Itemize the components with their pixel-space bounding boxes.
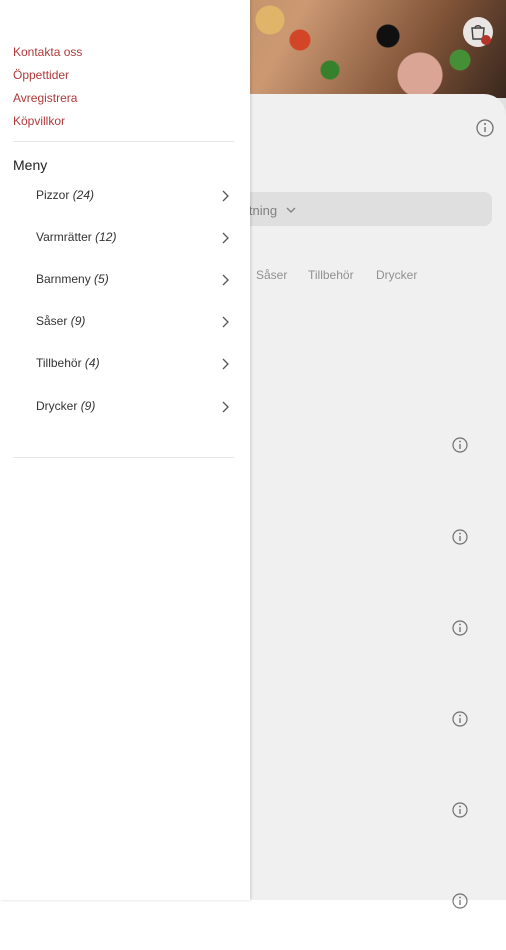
divider [13, 141, 234, 142]
menu-heading: Meny [13, 157, 48, 173]
menu-item-label: Drycker [36, 399, 78, 413]
chevron-right-icon [222, 232, 229, 244]
navigation-drawer: Kontakta oss Öppettider Avregistrera Köp… [0, 0, 250, 900]
menu-item-label: Varmrätter [36, 230, 92, 244]
chevron-right-icon [222, 358, 229, 370]
menu-item-tillbehor[interactable]: Tillbehör (4) [13, 343, 234, 385]
menu-item-pizzor[interactable]: Pizzor (24) [13, 175, 234, 217]
link-kontakta-oss[interactable]: Kontakta oss [13, 45, 82, 59]
menu-item-barnmeny[interactable]: Barnmeny (5) [13, 259, 234, 301]
menu-item-label: Tillbehör [36, 356, 82, 370]
divider [13, 457, 234, 458]
link-avregistrera[interactable]: Avregistrera [13, 91, 77, 105]
menu-item-varmratter[interactable]: Varmrätter (12) [13, 217, 234, 259]
menu-item-count: (5) [94, 272, 109, 286]
menu-item-count: (4) [84, 356, 100, 370]
chevron-right-icon [222, 274, 229, 286]
menu-item-label: Barnmeny [36, 272, 91, 286]
menu-item-count: (12) [95, 230, 117, 244]
menu-item-count: (9) [80, 399, 96, 413]
menu-item-label: Såser [36, 314, 68, 328]
link-oppettider[interactable]: Öppettider [13, 68, 69, 82]
menu-item-saser[interactable]: Såser (9) [13, 301, 234, 343]
menu-item-count: (24) [72, 188, 95, 202]
menu-item-drycker[interactable]: Drycker (9) [13, 386, 234, 428]
chevron-right-icon [222, 401, 229, 413]
chevron-right-icon [222, 316, 229, 328]
menu-item-label: Pizzor [36, 188, 70, 202]
menu-item-count: (9) [70, 314, 86, 328]
chevron-right-icon [222, 190, 229, 202]
link-kopvillkor[interactable]: Köpvillkor [13, 114, 65, 128]
